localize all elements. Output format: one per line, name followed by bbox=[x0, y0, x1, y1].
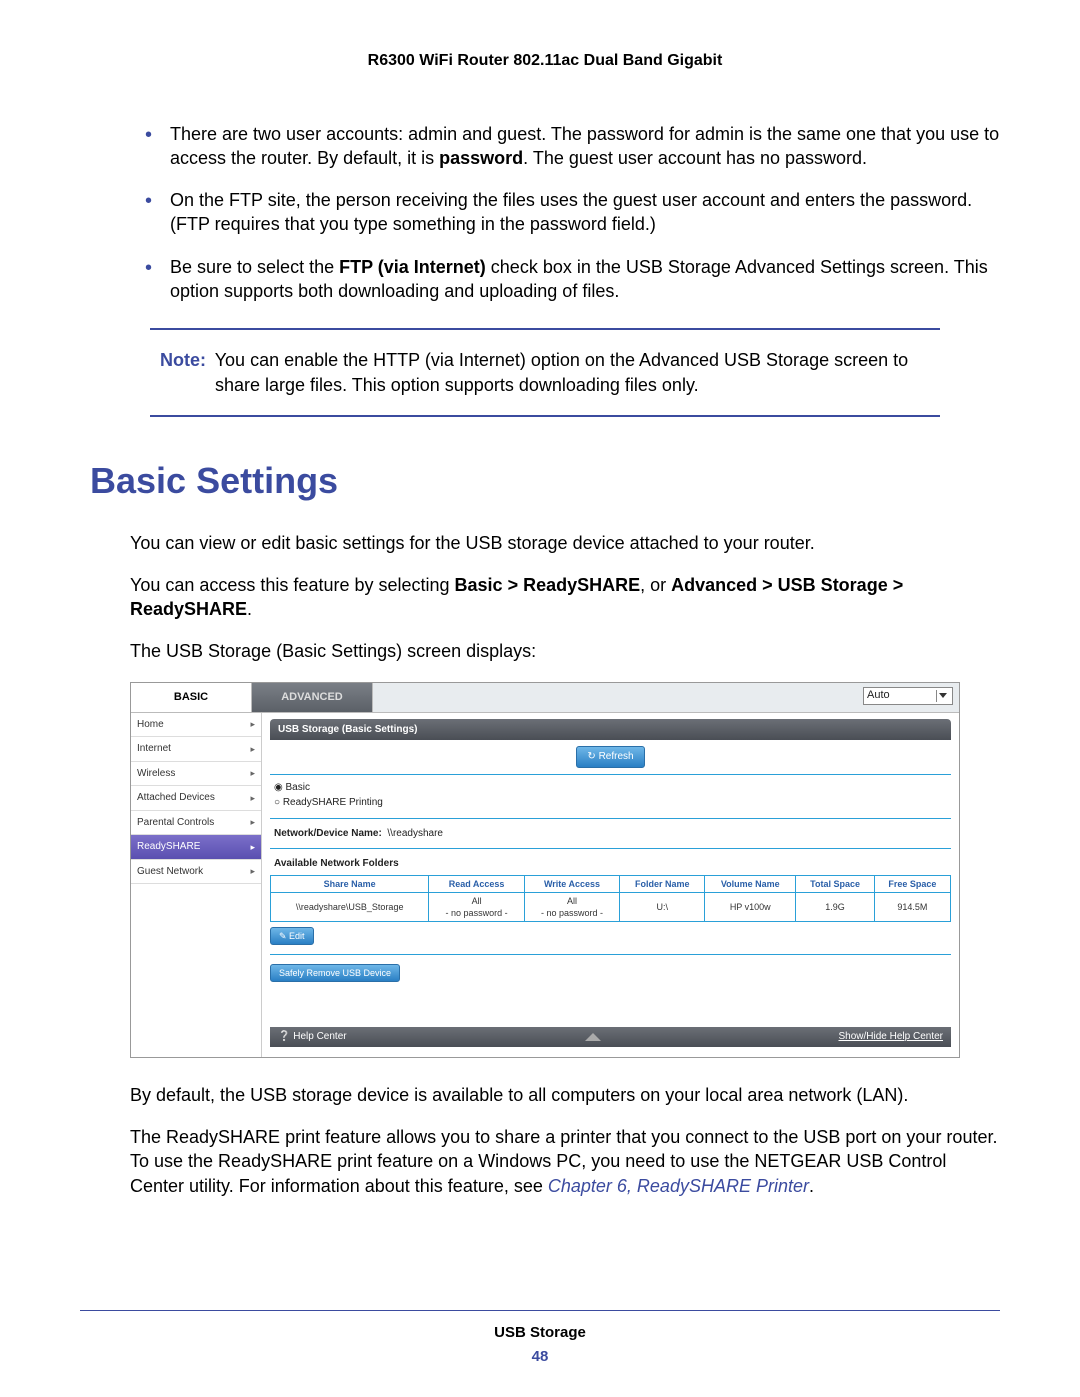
embedded-screenshot: BASIC ADVANCED Auto Home▸Internet▸Wirele… bbox=[130, 682, 960, 1058]
folders-table: Share NameRead AccessWrite AccessFolder … bbox=[270, 875, 951, 922]
sidebar-item-attached-devices[interactable]: Attached Devices▸ bbox=[131, 786, 261, 811]
paragraph: By default, the USB storage device is av… bbox=[130, 1083, 1000, 1107]
document-header: R6300 WiFi Router 802.11ac Dual Band Gig… bbox=[90, 50, 1000, 72]
sidebar-item-readyshare[interactable]: ReadySHARE▸ bbox=[131, 835, 261, 860]
paragraph: The USB Storage (Basic Settings) screen … bbox=[130, 639, 1000, 663]
bullet-item: On the FTP site, the person receiving th… bbox=[145, 188, 1000, 237]
table-cell: 914.5M bbox=[874, 892, 950, 921]
bullet-item: Be sure to select the FTP (via Internet)… bbox=[145, 255, 1000, 304]
table-cell: All- no password - bbox=[429, 892, 524, 921]
radio-basic[interactable]: ◉ Basic bbox=[274, 781, 947, 795]
help-center-link[interactable]: ❔ Help Center bbox=[278, 1030, 347, 1044]
paragraph: You can access this feature by selecting… bbox=[130, 573, 1000, 622]
sidebar-item-internet[interactable]: Internet▸ bbox=[131, 737, 261, 762]
column-header: Share Name bbox=[271, 875, 429, 892]
panel-title: USB Storage (Basic Settings) bbox=[270, 719, 951, 741]
show-hide-help-link[interactable]: Show/Hide Help Center bbox=[839, 1030, 944, 1044]
table-cell: U:\ bbox=[620, 892, 705, 921]
note-label: Note: bbox=[160, 350, 210, 370]
sidebar-item-parental-controls[interactable]: Parental Controls▸ bbox=[131, 811, 261, 836]
edit-button[interactable]: ✎ Edit bbox=[270, 927, 314, 945]
table-cell: 1.9G bbox=[796, 892, 875, 921]
sidebar-item-home[interactable]: Home▸ bbox=[131, 713, 261, 738]
network-device-name: Network/Device Name: \\readyshare bbox=[270, 823, 951, 845]
note-text: You can enable the HTTP (via Internet) o… bbox=[215, 350, 908, 394]
column-header: Read Access bbox=[429, 875, 524, 892]
table-cell: \\readyshare\USB_Storage bbox=[271, 892, 429, 921]
sidebar: Home▸Internet▸Wireless▸Attached Devices▸… bbox=[131, 713, 262, 1057]
available-folders-label: Available Network Folders bbox=[270, 853, 951, 875]
column-header: Write Access bbox=[524, 875, 619, 892]
paragraph: The ReadySHARE print feature allows you … bbox=[130, 1125, 1000, 1198]
column-header: Folder Name bbox=[620, 875, 705, 892]
column-header: Total Space bbox=[796, 875, 875, 892]
refresh-button[interactable]: ↻ Refresh bbox=[576, 746, 644, 768]
note-box: Note: You can enable the HTTP (via Inter… bbox=[150, 328, 940, 417]
bullet-list: There are two user accounts: admin and g… bbox=[90, 122, 1000, 304]
section-title: Basic Settings bbox=[90, 457, 1000, 506]
bullet-item: There are two user accounts: admin and g… bbox=[145, 122, 1000, 171]
paragraph: You can view or edit basic settings for … bbox=[130, 531, 1000, 555]
column-header: Volume Name bbox=[705, 875, 796, 892]
radio-readyshare-printing[interactable]: ○ ReadySHARE Printing bbox=[274, 796, 947, 810]
language-select[interactable]: Auto bbox=[863, 687, 953, 705]
chapter-link[interactable]: Chapter 6, ReadySHARE Printer bbox=[548, 1176, 809, 1196]
column-header: Free Space bbox=[874, 875, 950, 892]
table-cell: All- no password - bbox=[524, 892, 619, 921]
sidebar-item-guest-network[interactable]: Guest Network▸ bbox=[131, 860, 261, 885]
sidebar-item-wireless[interactable]: Wireless▸ bbox=[131, 762, 261, 787]
table-row[interactable]: \\readyshare\USB_StorageAll- no password… bbox=[271, 892, 951, 921]
tab-basic[interactable]: BASIC bbox=[131, 683, 252, 712]
page-footer: USB Storage 48 bbox=[80, 1310, 1000, 1368]
expand-icon[interactable] bbox=[585, 1033, 601, 1041]
table-cell: HP v100w bbox=[705, 892, 796, 921]
chevron-down-icon bbox=[936, 690, 949, 702]
safely-remove-button[interactable]: Safely Remove USB Device bbox=[270, 964, 400, 982]
tab-advanced[interactable]: ADVANCED bbox=[252, 683, 373, 712]
